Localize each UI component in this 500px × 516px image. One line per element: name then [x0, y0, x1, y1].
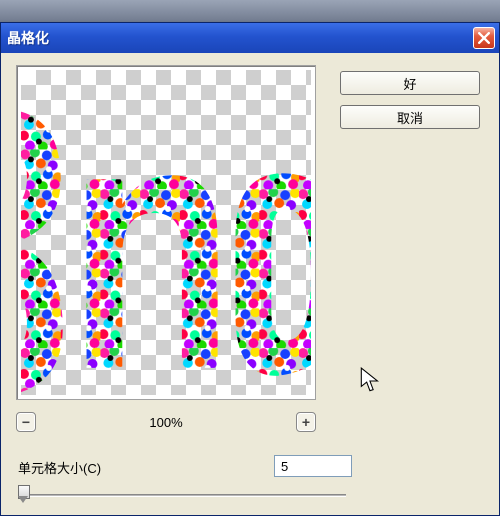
titlebar[interactable]: 晶格化	[1, 23, 499, 53]
slider-track	[18, 494, 346, 497]
cancel-button[interactable]: 取消	[340, 105, 480, 129]
dialog-window: 晶格化	[0, 22, 500, 516]
preview-art	[21, 70, 311, 395]
zoom-level-label: 100%	[149, 415, 182, 430]
cell-size-row: 单元格大小(C)	[18, 455, 488, 479]
cell-size-label: 单元格大小(C)	[18, 458, 101, 477]
preview-viewport[interactable]	[21, 70, 311, 395]
cell-size-input[interactable]	[274, 455, 352, 477]
client-area: − 100% + 好 取消 单元格大小(C)	[4, 53, 496, 512]
window-title: 晶格化	[7, 28, 49, 48]
zoom-row: − 100% +	[16, 410, 316, 434]
close-button[interactable]	[473, 27, 495, 49]
preview-panel	[16, 65, 316, 400]
ok-button[interactable]: 好	[340, 71, 480, 95]
zoom-in-button[interactable]: +	[296, 412, 316, 432]
slider-thumb[interactable]	[18, 485, 28, 503]
ok-button-label: 好	[403, 74, 416, 93]
cancel-button-label: 取消	[397, 108, 423, 127]
cell-size-slider[interactable]	[18, 485, 346, 505]
backdrop-app	[0, 0, 500, 24]
plus-icon: +	[302, 414, 310, 430]
close-icon	[478, 32, 490, 44]
button-column: 好 取消	[340, 71, 480, 139]
zoom-out-button[interactable]: −	[16, 412, 36, 432]
mouse-cursor	[360, 367, 382, 395]
minus-icon: −	[22, 414, 30, 430]
